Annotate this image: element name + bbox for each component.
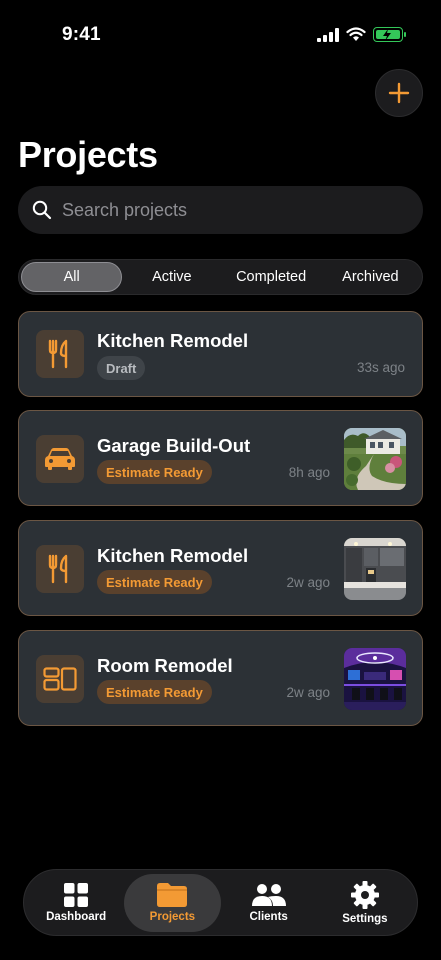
add-project-button[interactable]: [375, 69, 423, 117]
tab-projects[interactable]: Projects: [124, 873, 221, 932]
modern-kitchen-photo: [344, 538, 406, 600]
project-thumbnail: [344, 648, 406, 710]
status-badge: Estimate Ready: [97, 570, 212, 594]
tab-label: Settings: [342, 912, 388, 925]
project-card[interactable]: Garage Build-Out Estimate Ready 8h ago: [18, 410, 423, 506]
utensils-icon: [48, 339, 68, 369]
tab-clients[interactable]: Clients: [221, 874, 317, 932]
filter-segmented-control: All Active Completed Archived: [18, 259, 423, 295]
tab-label: Projects: [149, 910, 196, 923]
project-card[interactable]: Kitchen Remodel Estimate Ready 2w ago: [18, 520, 423, 616]
page-title: Projects: [18, 134, 158, 175]
tab-dashboard[interactable]: Dashboard: [28, 874, 124, 932]
search-bar[interactable]: [18, 186, 423, 234]
status-icons: [317, 27, 406, 42]
project-time: 8h ago: [288, 465, 330, 480]
project-title: Kitchen Remodel: [97, 330, 249, 351]
project-thumbnail: [344, 428, 406, 490]
project-time: 2w ago: [286, 575, 330, 590]
project-thumbnail: [344, 538, 406, 600]
gaming-room-photo: [344, 648, 406, 710]
gear-icon: [350, 880, 379, 909]
tab-label: Dashboard: [46, 910, 107, 923]
house-walkway-photo: [344, 428, 406, 490]
project-title: Kitchen Remodel: [97, 545, 249, 566]
status-badge: Draft: [97, 356, 146, 380]
search-input[interactable]: [62, 199, 392, 221]
people-icon: [251, 883, 286, 906]
project-type-icon: [36, 655, 84, 703]
filter-all[interactable]: All: [21, 262, 123, 292]
project-type-icon: [36, 545, 84, 593]
project-type-icon: [36, 330, 84, 378]
project-time: 33s ago: [356, 360, 405, 375]
car-icon: [45, 448, 75, 470]
project-title: Room Remodel: [97, 655, 233, 676]
status-bar: 9:41: [0, 0, 441, 60]
wifi-icon: [346, 27, 366, 41]
project-time: 2w ago: [286, 685, 330, 700]
signal-icon: [317, 27, 339, 42]
folder-icon: [157, 882, 188, 907]
tab-label: Clients: [249, 910, 288, 923]
filter-active[interactable]: Active: [122, 262, 221, 292]
layout-icon: [43, 667, 77, 691]
filter-archived[interactable]: Archived: [321, 262, 420, 292]
filter-completed[interactable]: Completed: [222, 262, 321, 292]
grid-icon: [64, 882, 89, 907]
status-badge: Estimate Ready: [97, 460, 212, 484]
project-type-icon: [36, 435, 84, 483]
project-card[interactable]: Room Remodel Estimate Ready 2w ago: [18, 630, 423, 726]
tab-bar: Dashboard Projects Clients Settings: [23, 869, 418, 936]
battery-icon: [373, 27, 406, 42]
status-time: 9:41: [62, 24, 101, 45]
status-badge: Estimate Ready: [97, 680, 212, 704]
utensils-icon: [48, 554, 68, 584]
plus-icon: [388, 82, 410, 104]
search-icon: [32, 200, 52, 220]
tab-settings[interactable]: Settings: [317, 874, 413, 932]
project-title: Garage Build-Out: [97, 435, 251, 456]
project-card[interactable]: Kitchen Remodel Draft 33s ago: [18, 311, 423, 397]
